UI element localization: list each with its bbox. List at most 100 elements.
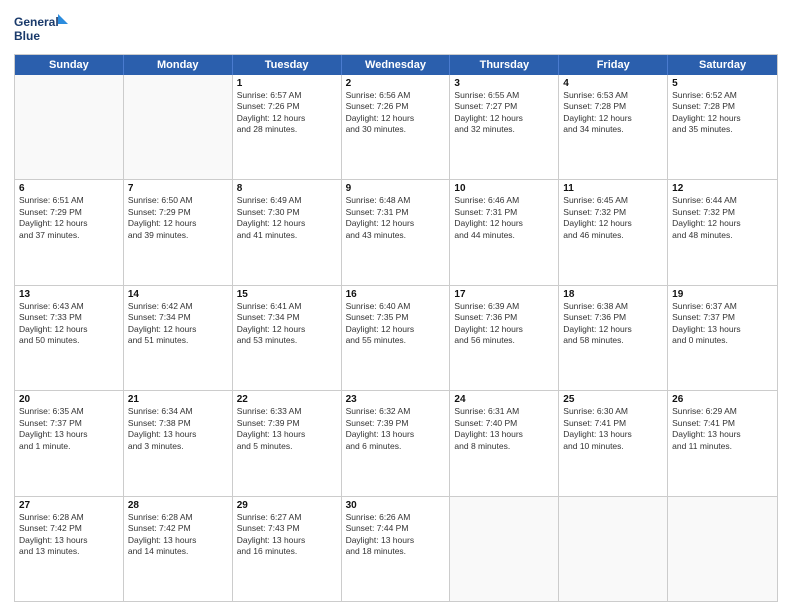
day-number: 8	[237, 183, 337, 194]
day-info: Sunrise: 6:52 AM Sunset: 7:28 PM Dayligh…	[672, 90, 773, 136]
svg-text:Blue: Blue	[14, 29, 40, 43]
calendar-day-16: 16Sunrise: 6:40 AM Sunset: 7:35 PM Dayli…	[342, 286, 451, 390]
calendar-day-empty	[15, 75, 124, 179]
calendar-day-18: 18Sunrise: 6:38 AM Sunset: 7:36 PM Dayli…	[559, 286, 668, 390]
calendar-day-22: 22Sunrise: 6:33 AM Sunset: 7:39 PM Dayli…	[233, 391, 342, 495]
calendar-header: SundayMondayTuesdayWednesdayThursdayFrid…	[15, 55, 777, 75]
day-header-saturday: Saturday	[668, 55, 777, 75]
day-number: 1	[237, 78, 337, 89]
day-header-thursday: Thursday	[450, 55, 559, 75]
day-number: 4	[563, 78, 663, 89]
calendar-day-6: 6Sunrise: 6:51 AM Sunset: 7:29 PM Daylig…	[15, 180, 124, 284]
calendar-day-empty	[450, 497, 559, 601]
calendar-day-empty	[559, 497, 668, 601]
day-number: 22	[237, 394, 337, 405]
day-number: 19	[672, 289, 773, 300]
calendar-day-14: 14Sunrise: 6:42 AM Sunset: 7:34 PM Dayli…	[124, 286, 233, 390]
day-number: 3	[454, 78, 554, 89]
day-info: Sunrise: 6:26 AM Sunset: 7:44 PM Dayligh…	[346, 512, 446, 558]
day-info: Sunrise: 6:31 AM Sunset: 7:40 PM Dayligh…	[454, 406, 554, 452]
calendar: SundayMondayTuesdayWednesdayThursdayFrid…	[14, 54, 778, 602]
day-info: Sunrise: 6:37 AM Sunset: 7:37 PM Dayligh…	[672, 301, 773, 347]
day-info: Sunrise: 6:55 AM Sunset: 7:27 PM Dayligh…	[454, 90, 554, 136]
calendar-day-8: 8Sunrise: 6:49 AM Sunset: 7:30 PM Daylig…	[233, 180, 342, 284]
day-info: Sunrise: 6:56 AM Sunset: 7:26 PM Dayligh…	[346, 90, 446, 136]
day-number: 6	[19, 183, 119, 194]
day-info: Sunrise: 6:57 AM Sunset: 7:26 PM Dayligh…	[237, 90, 337, 136]
day-number: 23	[346, 394, 446, 405]
day-info: Sunrise: 6:35 AM Sunset: 7:37 PM Dayligh…	[19, 406, 119, 452]
calendar-day-12: 12Sunrise: 6:44 AM Sunset: 7:32 PM Dayli…	[668, 180, 777, 284]
day-info: Sunrise: 6:28 AM Sunset: 7:42 PM Dayligh…	[128, 512, 228, 558]
day-number: 11	[563, 183, 663, 194]
day-header-tuesday: Tuesday	[233, 55, 342, 75]
calendar-day-17: 17Sunrise: 6:39 AM Sunset: 7:36 PM Dayli…	[450, 286, 559, 390]
calendar-day-19: 19Sunrise: 6:37 AM Sunset: 7:37 PM Dayli…	[668, 286, 777, 390]
day-info: Sunrise: 6:30 AM Sunset: 7:41 PM Dayligh…	[563, 406, 663, 452]
day-info: Sunrise: 6:27 AM Sunset: 7:43 PM Dayligh…	[237, 512, 337, 558]
day-number: 17	[454, 289, 554, 300]
calendar-day-4: 4Sunrise: 6:53 AM Sunset: 7:28 PM Daylig…	[559, 75, 668, 179]
calendar-day-24: 24Sunrise: 6:31 AM Sunset: 7:40 PM Dayli…	[450, 391, 559, 495]
day-info: Sunrise: 6:50 AM Sunset: 7:29 PM Dayligh…	[128, 195, 228, 241]
calendar-day-29: 29Sunrise: 6:27 AM Sunset: 7:43 PM Dayli…	[233, 497, 342, 601]
day-number: 27	[19, 500, 119, 511]
calendar-day-25: 25Sunrise: 6:30 AM Sunset: 7:41 PM Dayli…	[559, 391, 668, 495]
calendar-week-1: 1Sunrise: 6:57 AM Sunset: 7:26 PM Daylig…	[15, 75, 777, 180]
day-number: 15	[237, 289, 337, 300]
day-number: 25	[563, 394, 663, 405]
calendar-day-3: 3Sunrise: 6:55 AM Sunset: 7:27 PM Daylig…	[450, 75, 559, 179]
day-info: Sunrise: 6:38 AM Sunset: 7:36 PM Dayligh…	[563, 301, 663, 347]
day-info: Sunrise: 6:28 AM Sunset: 7:42 PM Dayligh…	[19, 512, 119, 558]
day-info: Sunrise: 6:49 AM Sunset: 7:30 PM Dayligh…	[237, 195, 337, 241]
day-info: Sunrise: 6:34 AM Sunset: 7:38 PM Dayligh…	[128, 406, 228, 452]
calendar-day-10: 10Sunrise: 6:46 AM Sunset: 7:31 PM Dayli…	[450, 180, 559, 284]
day-number: 28	[128, 500, 228, 511]
day-number: 26	[672, 394, 773, 405]
day-info: Sunrise: 6:53 AM Sunset: 7:28 PM Dayligh…	[563, 90, 663, 136]
calendar-day-15: 15Sunrise: 6:41 AM Sunset: 7:34 PM Dayli…	[233, 286, 342, 390]
day-info: Sunrise: 6:44 AM Sunset: 7:32 PM Dayligh…	[672, 195, 773, 241]
calendar-day-1: 1Sunrise: 6:57 AM Sunset: 7:26 PM Daylig…	[233, 75, 342, 179]
day-number: 5	[672, 78, 773, 89]
day-info: Sunrise: 6:42 AM Sunset: 7:34 PM Dayligh…	[128, 301, 228, 347]
day-header-monday: Monday	[124, 55, 233, 75]
day-number: 21	[128, 394, 228, 405]
logo-svg: General Blue	[14, 10, 74, 48]
day-number: 13	[19, 289, 119, 300]
calendar-day-empty	[668, 497, 777, 601]
day-number: 29	[237, 500, 337, 511]
day-info: Sunrise: 6:39 AM Sunset: 7:36 PM Dayligh…	[454, 301, 554, 347]
day-info: Sunrise: 6:33 AM Sunset: 7:39 PM Dayligh…	[237, 406, 337, 452]
calendar-day-7: 7Sunrise: 6:50 AM Sunset: 7:29 PM Daylig…	[124, 180, 233, 284]
calendar-day-empty	[124, 75, 233, 179]
day-number: 30	[346, 500, 446, 511]
day-info: Sunrise: 6:45 AM Sunset: 7:32 PM Dayligh…	[563, 195, 663, 241]
calendar-day-13: 13Sunrise: 6:43 AM Sunset: 7:33 PM Dayli…	[15, 286, 124, 390]
calendar-day-26: 26Sunrise: 6:29 AM Sunset: 7:41 PM Dayli…	[668, 391, 777, 495]
logo: General Blue	[14, 10, 74, 48]
calendar-day-23: 23Sunrise: 6:32 AM Sunset: 7:39 PM Dayli…	[342, 391, 451, 495]
calendar-day-27: 27Sunrise: 6:28 AM Sunset: 7:42 PM Dayli…	[15, 497, 124, 601]
calendar-day-2: 2Sunrise: 6:56 AM Sunset: 7:26 PM Daylig…	[342, 75, 451, 179]
day-info: Sunrise: 6:51 AM Sunset: 7:29 PM Dayligh…	[19, 195, 119, 241]
day-info: Sunrise: 6:43 AM Sunset: 7:33 PM Dayligh…	[19, 301, 119, 347]
day-number: 14	[128, 289, 228, 300]
calendar-day-5: 5Sunrise: 6:52 AM Sunset: 7:28 PM Daylig…	[668, 75, 777, 179]
day-info: Sunrise: 6:40 AM Sunset: 7:35 PM Dayligh…	[346, 301, 446, 347]
page-header: General Blue	[14, 10, 778, 48]
day-info: Sunrise: 6:46 AM Sunset: 7:31 PM Dayligh…	[454, 195, 554, 241]
calendar-week-2: 6Sunrise: 6:51 AM Sunset: 7:29 PM Daylig…	[15, 180, 777, 285]
day-number: 9	[346, 183, 446, 194]
day-number: 10	[454, 183, 554, 194]
calendar-body: 1Sunrise: 6:57 AM Sunset: 7:26 PM Daylig…	[15, 75, 777, 601]
svg-text:General: General	[14, 15, 59, 29]
calendar-day-30: 30Sunrise: 6:26 AM Sunset: 7:44 PM Dayli…	[342, 497, 451, 601]
day-number: 12	[672, 183, 773, 194]
calendar-week-5: 27Sunrise: 6:28 AM Sunset: 7:42 PM Dayli…	[15, 497, 777, 601]
day-number: 7	[128, 183, 228, 194]
day-number: 18	[563, 289, 663, 300]
day-header-sunday: Sunday	[15, 55, 124, 75]
day-number: 16	[346, 289, 446, 300]
day-header-friday: Friday	[559, 55, 668, 75]
